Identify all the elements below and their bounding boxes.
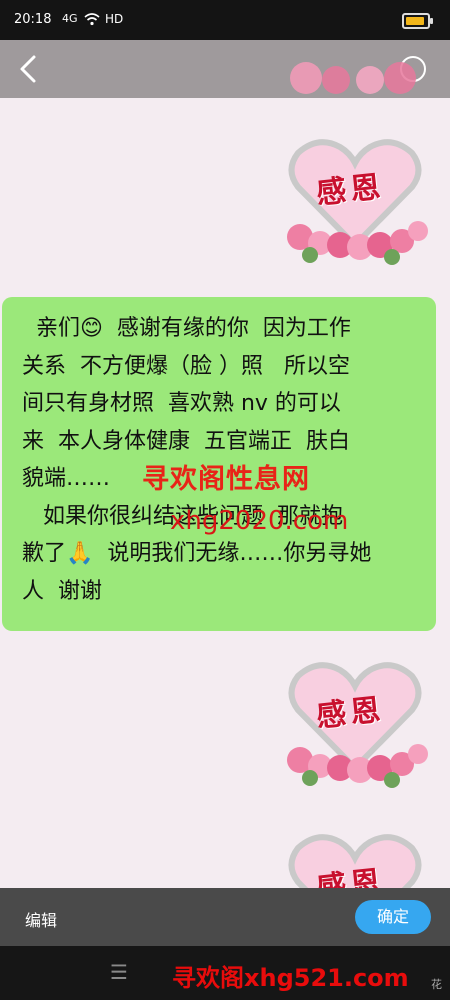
heart-decoration: 感恩 (280, 648, 430, 798)
heart-decoration-top (290, 62, 416, 94)
status-time: 20:18 (14, 12, 52, 27)
bottom-action-bar: 编辑 确定 (0, 888, 450, 946)
watermark-site-url: xhg2020.com (170, 506, 349, 536)
message-line: 间只有身材照 喜欢熟 nv 的可以 (22, 391, 341, 416)
edit-button[interactable]: 编辑 (25, 907, 57, 931)
chevron-left-icon[interactable] (14, 54, 44, 84)
watermark-site-name: 寻欢阁性息网 (142, 464, 310, 495)
footer-watermark: 寻欢阁xhg521.com (172, 964, 409, 992)
battery-level (406, 17, 424, 25)
corner-watermark: 花 (431, 978, 442, 991)
battery-icon (402, 13, 433, 29)
message-line: 亲们😊 感谢有缘的你 因为工作 (22, 316, 351, 341)
heart-text: 感恩 (314, 169, 387, 212)
heart-text: 感恩 (314, 692, 387, 735)
status-bar: 20:18 4G HD (0, 0, 450, 40)
message-line: 关系 不方便爆（脸 ）照 所以空 (22, 353, 350, 379)
signal-indicator: 4G (62, 12, 78, 25)
message-line: 歉了🙏 说明我们无缘……你另寻她 (22, 541, 372, 566)
confirm-button[interactable]: 确定 (355, 900, 431, 934)
system-nav-bar: ☰ 寻欢阁xhg521.com 花 (0, 946, 450, 1000)
message-line: 来 本人身体健康 五官端正 肤白 (22, 428, 350, 454)
heart-decoration: 感恩 (280, 820, 430, 888)
heart-decoration: 感恩 (280, 125, 430, 275)
message-line: 人 谢谢 (22, 578, 102, 604)
wifi-icon (84, 13, 100, 26)
network-type: HD (105, 12, 124, 26)
menu-icon[interactable]: ☰ (110, 960, 128, 984)
